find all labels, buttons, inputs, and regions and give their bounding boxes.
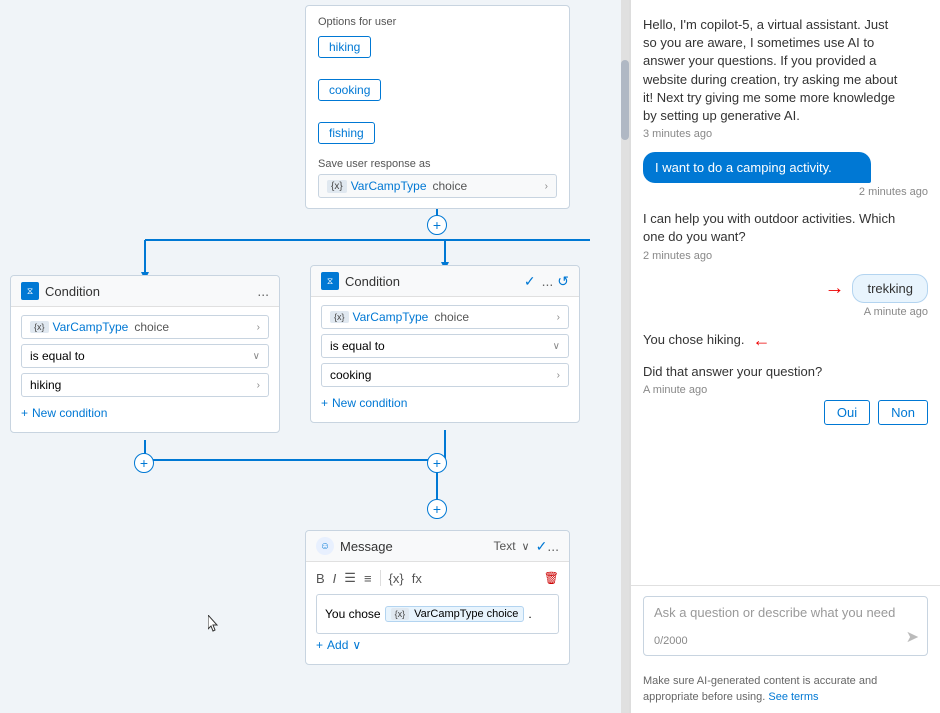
condition-right-value[interactable]: cooking ›: [321, 363, 569, 387]
message-icon: ☺: [316, 537, 334, 555]
add-step-left-button[interactable]: +: [134, 453, 154, 473]
delete-message-button[interactable]: 🗑: [544, 571, 559, 585]
user-message-1-time: 2 minutes ago: [643, 186, 928, 198]
trekking-container: → trekking A minute ago: [643, 274, 928, 318]
message-suffix: .: [528, 607, 531, 621]
message-toolbar: B I ☰ ≡ {x} fx 🗑: [316, 570, 559, 586]
chat-messages[interactable]: Hello, I'm copilot-5, a virtual assistan…: [631, 0, 940, 585]
add-condition-right-button[interactable]: + New condition: [321, 392, 569, 414]
chevron-down-icon: ∨: [553, 341, 560, 352]
option-hiking[interactable]: hiking: [318, 36, 557, 64]
bot-message-4: Did that answer your question? A minute …: [643, 363, 928, 425]
condition-left-title: Condition: [45, 284, 257, 299]
condition-right-icon: ⧖: [321, 272, 339, 290]
user-message-1-container: I want to do a camping activity. 2 minut…: [643, 152, 928, 198]
field-chevron-icon: ›: [257, 380, 260, 391]
yn-row: Oui Non: [643, 400, 928, 425]
condition-left-header: ⧖ Condition ...: [11, 276, 279, 307]
formula-button[interactable]: fx: [412, 571, 422, 586]
field-chevron-icon: ›: [257, 322, 260, 333]
condition-left-value[interactable]: hiking ›: [21, 373, 269, 397]
yes-button[interactable]: Oui: [824, 400, 870, 425]
add-condition-left-button[interactable]: + New condition: [21, 402, 269, 424]
trekking-time: A minute ago: [643, 306, 928, 318]
flow-canvas[interactable]: Options for user hiking cooking fishing …: [0, 0, 630, 713]
chevron-down-icon: ∨: [253, 351, 260, 362]
condition-left-icon: ⧖: [21, 282, 39, 300]
condition-card-right: ⧖ Condition ✓ ... ↺ {x} VarCampType choi…: [310, 265, 580, 423]
add-step-right-button[interactable]: +: [427, 453, 447, 473]
chat-input-box[interactable]: Ask a question or describe what you need…: [643, 596, 928, 656]
message-title: Message: [340, 539, 494, 554]
bullet-button[interactable]: ☰: [344, 570, 356, 586]
condition-card-left: ⧖ Condition ... {x} VarCampType choice ›…: [10, 275, 280, 433]
field-chevron-icon: ›: [557, 312, 560, 323]
add-chevron-icon: ∨: [352, 638, 361, 652]
italic-button[interactable]: I: [333, 571, 337, 586]
options-card-title: Options for user: [318, 16, 557, 28]
var-row[interactable]: {x} VarCampType choice ›: [318, 174, 557, 198]
message-check: ✓: [536, 538, 548, 555]
message-prefix: You chose: [325, 607, 381, 621]
condition-right-check: ✓: [524, 273, 536, 290]
numbered-button[interactable]: ≡: [364, 571, 372, 586]
send-icon[interactable]: ➤: [906, 627, 919, 647]
user-message-1: I want to do a camping activity.: [643, 152, 871, 183]
message-input[interactable]: You chose {x} VarCampType choice .: [316, 594, 559, 634]
char-count: 0/2000: [654, 635, 917, 647]
add-step-button-top[interactable]: +: [427, 215, 447, 235]
no-button[interactable]: Non: [878, 400, 928, 425]
bot-message-3: You chose hiking. ←: [643, 330, 928, 351]
condition-left-menu[interactable]: ...: [257, 283, 269, 299]
bold-button[interactable]: B: [316, 571, 325, 586]
disclaimer: Make sure AI-generated content is accura…: [631, 666, 940, 713]
add-step-merge-button[interactable]: +: [427, 499, 447, 519]
toolbar-separator: [380, 570, 381, 586]
options-card: Options for user hiking cooking fishing …: [305, 5, 570, 209]
canvas-scrollbar[interactable]: [621, 0, 629, 713]
mouse-cursor: [208, 615, 220, 633]
message-card: ☺ Message Text ∨ ✓ ... B I ☰ ≡ {x} fx 🗑 …: [305, 530, 570, 665]
condition-right-refresh[interactable]: ↺: [557, 273, 569, 290]
chat-input-placeholder: Ask a question or describe what you need: [654, 605, 917, 620]
option-fishing[interactable]: fishing: [318, 122, 557, 150]
add-content-button[interactable]: + Add ∨: [316, 634, 559, 656]
see-terms-link[interactable]: See terms: [768, 691, 818, 703]
bot-message-1: Hello, I'm copilot-5, a virtual assistan…: [643, 16, 928, 140]
chat-panel: Hello, I'm copilot-5, a virtual assistan…: [630, 0, 940, 713]
dropdown-icon[interactable]: ∨: [522, 540, 530, 553]
condition-right-menu[interactable]: ...: [542, 273, 554, 289]
condition-left-var-row[interactable]: {x} VarCampType choice ›: [21, 315, 269, 339]
message-header: ☺ Message Text ∨ ✓ ...: [306, 531, 569, 562]
canvas-scrollbar-thumb[interactable]: [621, 60, 629, 140]
message-type: Text: [494, 539, 516, 553]
chat-input-area: Ask a question or describe what you need…: [631, 585, 940, 666]
condition-right-title: Condition: [345, 274, 524, 289]
condition-right-header: ⧖ Condition ✓ ... ↺: [311, 266, 579, 297]
trekking-bubble[interactable]: trekking: [852, 274, 928, 303]
message-var[interactable]: {x} VarCampType choice: [385, 606, 525, 622]
condition-right-var-row[interactable]: {x} VarCampType choice ›: [321, 305, 569, 329]
chevron-right-icon: ›: [545, 181, 548, 192]
condition-left-operator[interactable]: is equal to ∨: [21, 344, 269, 368]
var-button[interactable]: {x}: [389, 571, 404, 586]
field-chevron-icon: ›: [557, 370, 560, 381]
bot-message-2: I can help you with outdoor activities. …: [643, 210, 928, 261]
red-arrow-left-icon: ←: [752, 330, 770, 351]
option-cooking[interactable]: cooking: [318, 79, 557, 107]
condition-right-operator[interactable]: is equal to ∨: [321, 334, 569, 358]
message-menu[interactable]: ...: [547, 538, 559, 554]
save-label: Save user response as: [318, 158, 557, 170]
red-arrow-icon: →: [824, 277, 844, 300]
